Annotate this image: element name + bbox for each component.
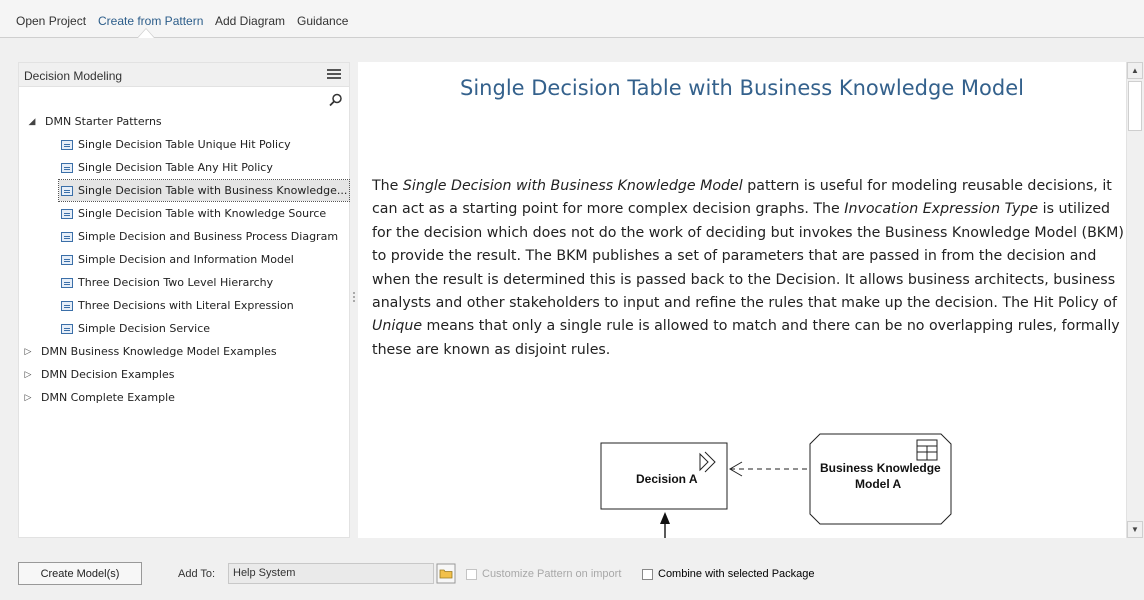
pattern-browser-title: Decision Modeling [24,69,123,83]
pattern-icon [61,185,73,196]
bottom-toolbar: Create Model(s) Add To: Help System Cust… [0,550,1144,600]
collapsed-triangle-icon[interactable]: ▷ [23,393,33,403]
tab-create-from-pattern[interactable]: Create from Pattern [98,14,203,28]
tree-item-label: Three Decision Two Level Hierarchy [78,276,274,289]
tree-group-bkm-examples[interactable]: ▷ DMN Business Knowledge Model Examples [23,341,277,362]
collapsed-triangle-icon[interactable]: ▷ [23,347,33,357]
scroll-up-button[interactable]: ▲ [1127,62,1143,79]
tree-item-pattern[interactable]: Single Decision Table Any Hit Policy [61,157,273,178]
combine-package-checkbox[interactable]: Combine with selected Package [642,568,815,580]
add-to-label: Add To: [178,568,216,580]
add-to-field[interactable]: Help System [228,563,434,584]
tree-item-label: Single Decision Table with Knowledge Sou… [78,207,327,220]
create-models-button[interactable]: Create Model(s) [18,562,142,585]
description-text: is utilized for the decision which does … [372,201,1124,312]
folder-browse-icon[interactable] [436,563,456,584]
tree-item-pattern-selected[interactable]: Single Decision Table with Business Know… [57,179,351,202]
scroll-thumb[interactable] [1128,81,1142,131]
bkm-label-line2: Model A [855,477,902,491]
tab-guidance[interactable]: Guidance [297,14,348,28]
tree-item-label: Simple Decision Service [78,322,211,335]
pattern-browser-header: Decision Modeling [19,63,349,87]
hamburger-menu-icon[interactable] [327,69,341,80]
checkbox-box[interactable] [466,568,477,580]
information-requirement-arrowhead [660,512,670,524]
page-title: Single Decision Table with Business Know… [460,76,1024,100]
checkbox-box[interactable] [642,568,653,580]
tab-add-diagram[interactable]: Add Diagram [215,14,285,28]
active-tab-indicator-fill [138,29,154,38]
tab-open-project[interactable]: Open Project [16,14,86,28]
tree-item-pattern[interactable]: Single Decision Table with Knowledge Sou… [61,203,326,224]
description-emphasis: Single Decision with Business Knowledge … [402,178,743,194]
pattern-browser-panel: Decision Modeling ◢ DMN Starter Patterns… [18,62,351,538]
tree-item-label: Single Decision Table Any Hit Policy [78,161,273,174]
bkm-label-line1: Business Knowledge [820,461,941,475]
pattern-icon [61,323,73,334]
tree-item-label: Simple Decision and Information Model [78,253,294,266]
tab-bar: Open Project Create from Pattern Add Dia… [0,0,1144,38]
tree-item-label: Single Decision Table with Business Know… [78,184,348,197]
preview-scrollbar[interactable]: ▲ ▼ [1126,62,1143,538]
customize-pattern-checkbox[interactable]: Customize Pattern on import [466,568,621,580]
tree-item-label: Single Decision Table Unique Hit Policy [78,138,291,151]
description-text: The [372,178,403,194]
panel-splitter[interactable] [353,292,355,304]
collapsed-triangle-icon[interactable]: ▷ [23,370,33,380]
pattern-icon [61,300,73,311]
tree-item-pattern[interactable]: Three Decisions with Literal Expression [61,295,294,316]
tree-item-label: Three Decisions with Literal Expression [78,299,294,312]
pattern-icon [61,139,73,150]
tree-group-dmn-starter-patterns[interactable]: ◢ DMN Starter Patterns [27,111,162,132]
search-icon[interactable] [329,93,343,107]
pattern-icon [61,231,73,242]
tree-group-label: DMN Business Knowledge Model Examples [41,345,277,358]
pattern-icon [61,162,73,173]
scroll-down-button[interactable]: ▼ [1127,521,1143,538]
pattern-icon [61,277,73,288]
tree-group-label: DMN Starter Patterns [45,115,162,128]
description-text: means that only a single rule is allowed… [372,318,1120,358]
decision-table-icon [916,439,938,461]
pattern-diagram: Decision A Business Knowledge Model A [600,433,952,538]
description-emphasis: Unique [372,318,423,335]
customize-pattern-label: Customize Pattern on import [482,568,622,580]
pattern-icon [61,254,73,265]
pattern-preview-panel: Single Decision Table with Business Know… [358,62,1126,538]
decision-label: Decision A [636,472,698,486]
tree-item-pattern[interactable]: Single Decision Table Unique Hit Policy [61,134,291,155]
tree-group-label: DMN Decision Examples [41,368,175,381]
tree-group-complete-example[interactable]: ▷ DMN Complete Example [23,387,175,408]
tree-item-pattern[interactable]: Simple Decision and Information Model [61,249,294,270]
tree-item-label: Simple Decision and Business Process Dia… [78,230,339,243]
pattern-icon [61,208,73,219]
combine-package-label: Combine with selected Package [658,568,815,580]
tree-item-pattern[interactable]: Three Decision Two Level Hierarchy [61,272,273,293]
description-emphasis: Invocation Expression Type [844,201,1039,218]
tree-item-pattern[interactable]: Simple Decision Service [61,318,210,339]
tree-group-label: DMN Complete Example [41,391,175,404]
tree-group-decision-examples[interactable]: ▷ DMN Decision Examples [23,364,175,385]
expanded-triangle-icon[interactable]: ◢ [27,117,37,127]
pattern-description: The Single Decision with Business Knowle… [372,175,1126,362]
tree-item-pattern[interactable]: Simple Decision and Business Process Dia… [61,226,338,247]
